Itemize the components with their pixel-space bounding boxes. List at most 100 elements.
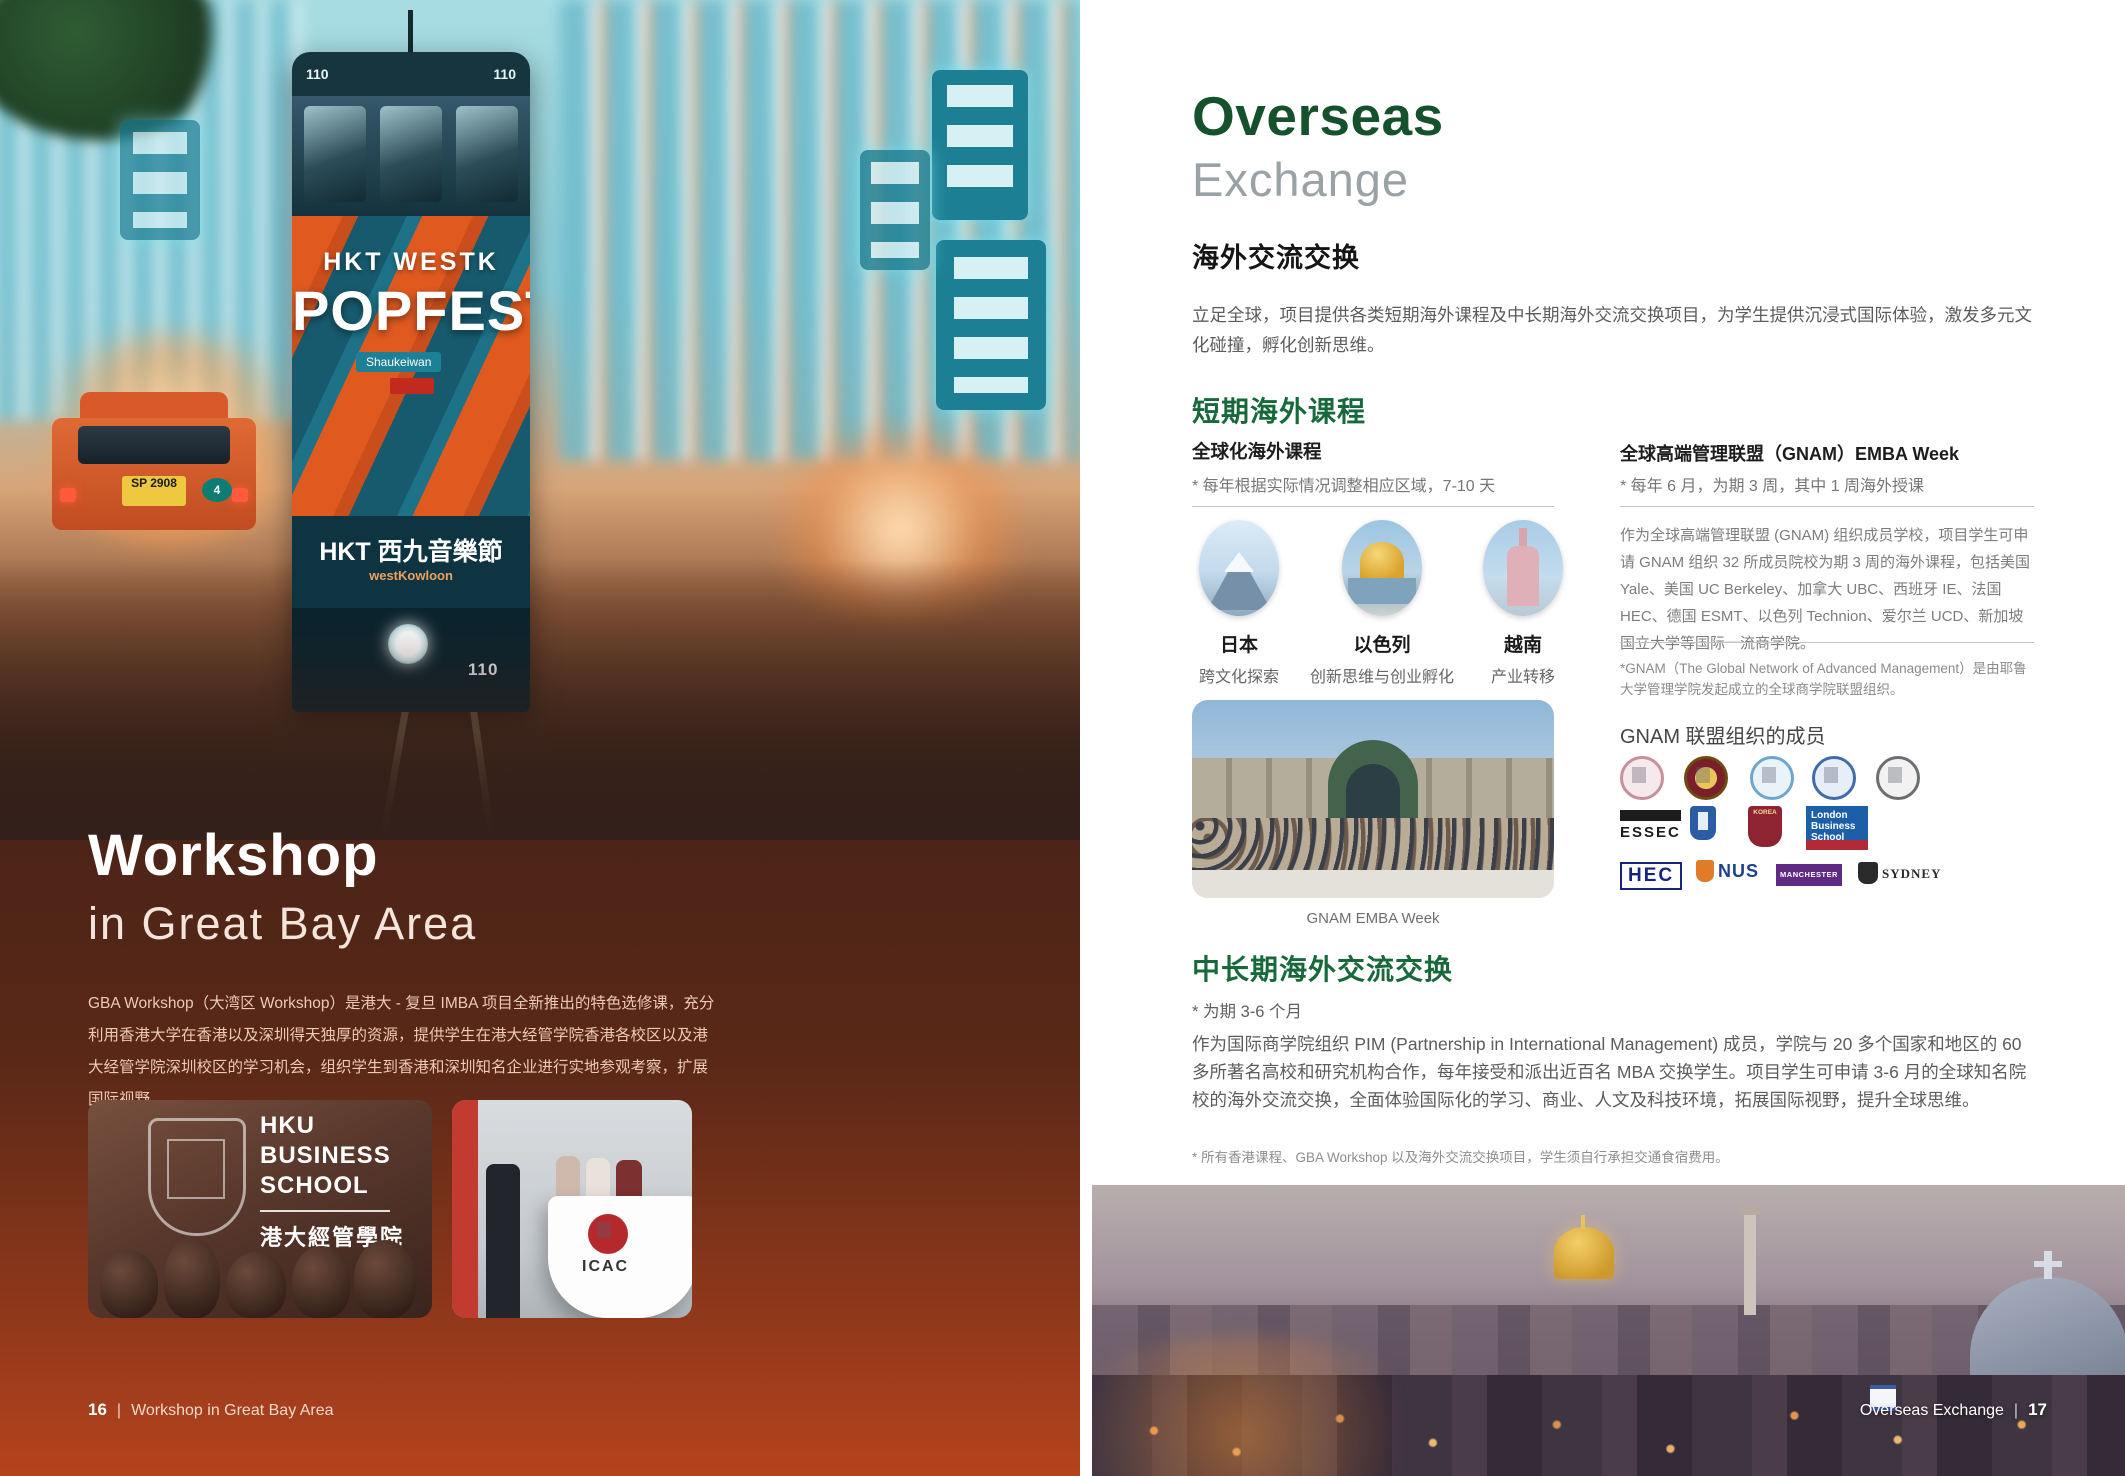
university-seal-icon <box>1876 756 1920 800</box>
person-silhouette <box>354 1240 416 1318</box>
minaret-tower <box>1744 1205 1756 1315</box>
neon-sign <box>932 70 1028 220</box>
right-page: Overseas Exchange 海外交流交换 立足全球，项目提供各类短期海外… <box>1080 0 2125 1476</box>
vietnam-church-photo <box>1483 520 1563 616</box>
israel-dome-photo <box>1342 520 1422 616</box>
divider <box>1192 506 1554 507</box>
university-seal-icon <box>1750 756 1794 800</box>
jerusalem-city-photo <box>1092 1185 2125 1476</box>
taxi-rear-window <box>78 426 230 464</box>
red-wall <box>452 1100 478 1318</box>
member-logos-row3: HEC NUS MANCHESTER SYDNEY <box>1620 858 2040 902</box>
tram-destination-chip: Shaukeiwan <box>356 352 441 372</box>
left-page: 110 110 HKT WESTK POPFEST Shaukeiwan HKT… <box>0 0 1080 1476</box>
essec-logo: ESSEC <box>1620 810 1681 841</box>
left-page-footer: 16 | Workshop in Great Bay Area <box>88 1400 334 1420</box>
sydney-logo: SYDNEY <box>1882 866 1941 882</box>
taxi-tail-light <box>232 488 248 502</box>
neon-sign <box>860 150 930 270</box>
hec-paris-logo: HEC <box>1620 862 1682 890</box>
left-page-title-light: in Great Bay Area <box>88 898 477 950</box>
tram-pantograph <box>408 10 413 56</box>
long-term-footnote: * 所有香港课程、GBA Workshop 以及海外交流交换项目，学生须自行承担… <box>1192 1146 2040 1166</box>
intro-paragraph: 立足全球，项目提供各类短期海外课程及中长期海外交流交换项目，为学生提供沉浸式国际… <box>1192 300 2040 360</box>
nus-crest-icon <box>1696 860 1714 882</box>
destination-japan: 日本 跨文化探索 <box>1174 520 1304 687</box>
gnam-note: * 每年 6 月，为期 3 周，其中 1 周海外授课 <box>1620 472 1924 496</box>
giant-icac-cup: ICAC <box>548 1196 692 1318</box>
gnam-subheading: 全球高端管理联盟（GNAM）EMBA Week <box>1620 440 2050 466</box>
manchester-logo: MANCHESTER <box>1776 864 1842 886</box>
tram-route-right: 110 <box>493 66 516 82</box>
hku-sign-line2: BUSINESS <box>260 1142 391 1170</box>
tram-route-left: 110 <box>306 66 329 82</box>
tram-red-chip <box>390 378 434 394</box>
footer-separator: | <box>2014 1402 2018 1420</box>
destination-vietnam: 越南 产业转移 <box>1460 520 1586 687</box>
hku-crest-icon <box>148 1118 246 1236</box>
destination-name: 以色列 <box>1306 630 1458 657</box>
icac-visit-photo: ICAC <box>452 1100 692 1318</box>
brochure-spread: { "colors": { "brand_green": "#14512c", … <box>0 0 2125 1476</box>
person-silhouette <box>226 1252 286 1318</box>
gnam-emba-week-photo <box>1192 700 1554 898</box>
nus-logo: NUS <box>1718 861 1759 882</box>
plaza-floor <box>1192 870 1554 898</box>
gnam-footnote: *GNAM（The Global Network of Advanced Man… <box>1620 658 2040 700</box>
right-footer-label: Overseas Exchange <box>1860 1402 2004 1419</box>
icac-cup-label: ICAC <box>582 1258 629 1276</box>
university-seal-icon <box>1620 756 1664 800</box>
korea-university-logo: KOREA <box>1748 806 1782 847</box>
person-silhouette <box>164 1238 220 1318</box>
long-term-paragraph: 作为国际商学院组织 PIM (Partnership in Internatio… <box>1192 1030 2040 1114</box>
long-term-note: * 为期 3-6 个月 <box>1192 998 1302 1022</box>
taxi: SP 2908 4 <box>52 392 256 530</box>
tram-upper-deck <box>292 96 530 216</box>
section-heading-long-term: 中长期海外交流交换 <box>1192 948 1453 988</box>
tram-ad-line1: HKT WESTK <box>292 248 530 277</box>
destination-israel: 以色列 创新思维与创业孵化 <box>1306 520 1458 687</box>
hku-campus-photo: HKU BUSINESS SCHOOL 港大經管學院 <box>88 1100 432 1318</box>
hku-sign-divider <box>260 1210 390 1212</box>
icac-seal-icon <box>588 1214 628 1254</box>
hku-sign-line3: SCHOOL <box>260 1172 369 1200</box>
destination-theme: 创新思维与创业孵化 <box>1306 663 1458 687</box>
taxi-roof-badge: 4 <box>202 478 232 502</box>
university-seal-icon <box>1684 756 1728 800</box>
left-footer-label: Workshop in Great Bay Area <box>131 1402 333 1419</box>
member-logos-row1 <box>1620 756 2040 800</box>
person-silhouette <box>292 1246 350 1318</box>
hku-sign-line1: HKU <box>260 1112 315 1140</box>
divider <box>1620 506 2034 507</box>
gnam-photo-caption: GNAM EMBA Week <box>1192 910 1554 927</box>
university-seal-icon <box>1812 756 1856 800</box>
gnam-members-heading: GNAM 联盟组织的成员 <box>1620 720 1826 749</box>
tram-ad-line2: POPFEST <box>292 278 530 343</box>
tram-banner-subtext: westKowloon <box>292 568 530 583</box>
global-courses-note: * 每年根据实际情况调整相应区域，7-10 天 <box>1192 472 1495 496</box>
page-title-en-light: Exchange <box>1192 152 1409 207</box>
destination-name: 越南 <box>1460 630 1586 657</box>
left-page-number: 16 <box>88 1400 107 1419</box>
dome-of-the-rock-icon <box>1554 1227 1614 1279</box>
japan-mount-fuji-photo <box>1199 520 1279 616</box>
destination-theme: 跨文化探索 <box>1174 663 1304 687</box>
destination-name: 日本 <box>1174 630 1304 657</box>
page-title-cn: 海外交流交换 <box>1192 236 1360 275</box>
london-business-school-logo: London Business School <box>1806 806 1868 850</box>
person-silhouette <box>486 1164 520 1318</box>
divider <box>1620 642 2034 643</box>
person-silhouette <box>100 1250 158 1318</box>
tram-body: 110 110 HKT WESTK POPFEST Shaukeiwan HKT… <box>292 52 530 712</box>
right-page-footer: Overseas Exchange|17 <box>1860 1400 2047 1420</box>
destination-theme: 产业转移 <box>1460 663 1586 687</box>
neon-sign <box>120 120 200 240</box>
footer-separator: | <box>117 1402 121 1420</box>
neon-sign <box>936 240 1046 410</box>
left-page-title-bold: Workshop <box>88 822 379 889</box>
left-page-paragraph: GBA Workshop（大湾区 Workshop）是港大 - 复旦 IMBA … <box>88 988 716 1116</box>
hong-kong-tram: 110 110 HKT WESTK POPFEST Shaukeiwan HKT… <box>292 22 530 712</box>
tram-banner-text: HKT 西九音樂節 <box>292 532 530 568</box>
page-title-en-bold: Overseas <box>1192 84 1444 148</box>
sydney-crest-icon <box>1858 862 1878 884</box>
